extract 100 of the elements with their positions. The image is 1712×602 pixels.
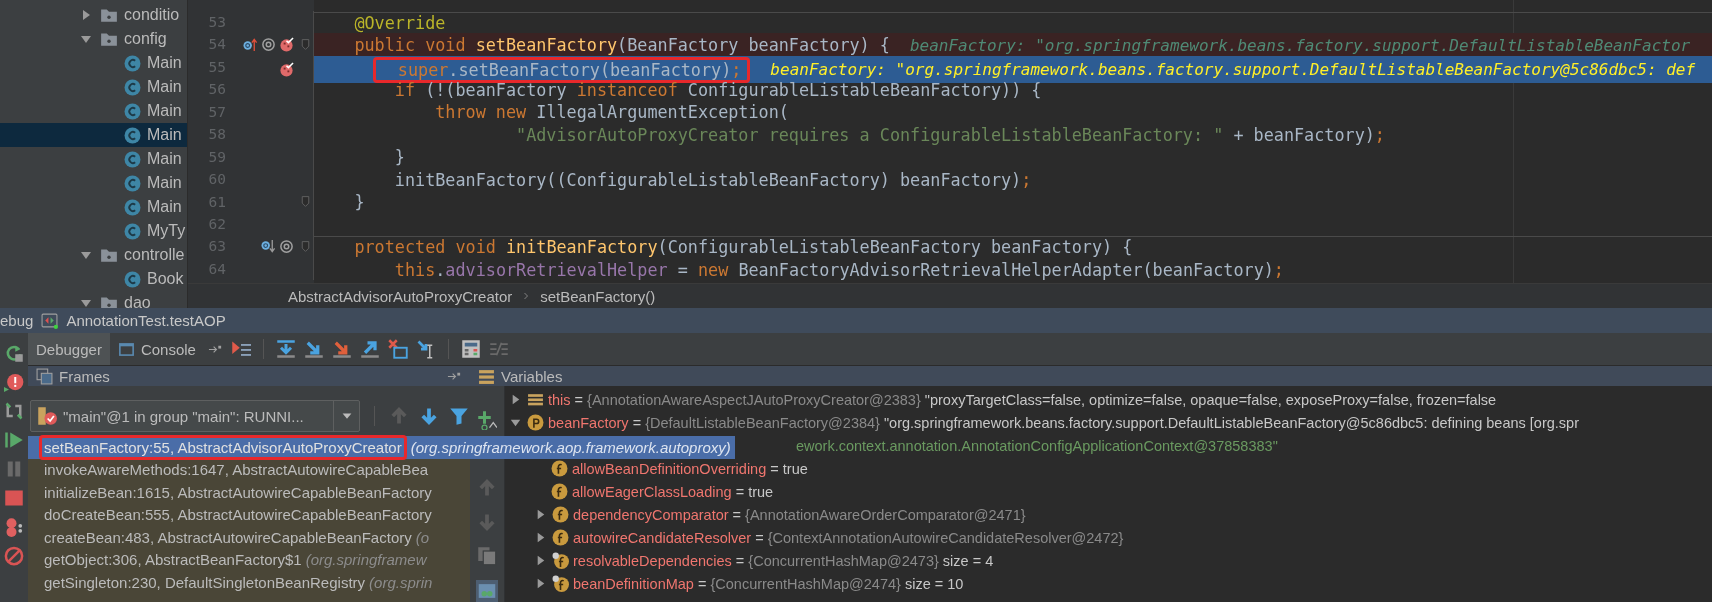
tree-row[interactable]: config xyxy=(0,27,187,51)
fold-icon[interactable] xyxy=(299,240,312,254)
force-step-into-icon[interactable] xyxy=(331,339,352,359)
thread-icon xyxy=(37,406,57,426)
package-name: (org.sprin xyxy=(369,573,434,591)
fold-icon[interactable] xyxy=(299,38,312,52)
variable-value: ework.context.annotation.AnnotationConfigApplicationContext@37858383" xyxy=(796,437,1278,454)
console-icon xyxy=(117,340,135,358)
item-label: Main xyxy=(147,174,182,192)
item-label: controlle xyxy=(124,246,185,264)
frame-row[interactable]: getSingleton:230, DefaultSingletonBeanRegistry (org.sprin xyxy=(28,571,470,594)
code-line: this.advisorRetrievalHelper = new BeanFactoryAdvisorRetrievalHelperAdapter(beanFactory); xyxy=(393,259,1284,280)
mute-icon[interactable] xyxy=(4,546,24,566)
show-execution-point-icon[interactable] xyxy=(230,339,251,359)
tree-row[interactable]: Book xyxy=(0,267,187,291)
tree-row[interactable]: conditio xyxy=(0,3,187,27)
panel-header: Variables xyxy=(501,367,563,385)
step-over-icon[interactable] xyxy=(275,339,296,359)
panel-title: ebug xyxy=(0,312,34,329)
calculator-icon[interactable] xyxy=(460,339,481,359)
tree-row[interactable]: Main xyxy=(0,147,187,171)
item-label: Main xyxy=(147,54,182,72)
resume-icon[interactable] xyxy=(4,430,24,450)
frame-method: doCreateBean:555, AbstractAutowireCapableBeanFactory xyxy=(44,505,432,525)
frame-method: getObject:306, AbstractBeanFactory$1 xyxy=(44,550,302,570)
stop-icon[interactable] xyxy=(4,488,24,508)
frame-method: setBeanFactory:55, AbstractAdvisorAutoProxyCreator xyxy=(39,434,407,460)
tab[interactable]: Console xyxy=(109,333,204,365)
code-line: } xyxy=(393,147,405,168)
breadcrumb-item[interactable]: setBeanFactory() xyxy=(540,287,656,305)
item-label: Main xyxy=(147,102,182,120)
filter-icon[interactable] xyxy=(449,406,469,426)
package-name: (o xyxy=(415,528,431,546)
breakpoint-icon[interactable] xyxy=(279,61,294,77)
variable-entry[interactable]: beanFactory = {DefaultListableBeanFactory@2384} "org.springframework.beans.factory.support.DefaultListableBeanFactory@5c86dbc5: defining beans [org.spr xyxy=(548,414,1579,431)
error-icon[interactable] xyxy=(4,372,24,392)
code-line: throw new IllegalArgumentException( xyxy=(434,102,789,123)
tab[interactable]: Debugger xyxy=(28,333,110,365)
fold-icon[interactable] xyxy=(299,195,312,209)
item-label: config xyxy=(124,30,167,48)
test-run-icon xyxy=(41,312,59,329)
frame-row[interactable]: initializeBean:1615, AbstractAutowireCapableBeanFactory xyxy=(28,481,470,504)
copy-icon[interactable] xyxy=(477,546,497,566)
sync-icon[interactable] xyxy=(4,401,24,421)
tree-row[interactable]: Main xyxy=(0,123,187,147)
tree-row[interactable]: Main xyxy=(0,99,187,123)
tree-row[interactable]: Main xyxy=(0,171,187,195)
package-name: (org.springframew xyxy=(305,551,428,569)
add-watch-icon[interactable] xyxy=(477,410,497,430)
variables-icon xyxy=(478,367,495,385)
code-line: if (!(beanFactory instanceof ConfigurableListableBeanFactory)) { xyxy=(393,80,1042,101)
thread-dropdown[interactable]: "main"@1 in group "main": RUNNI... xyxy=(30,400,360,432)
item-label: Book xyxy=(147,270,184,288)
code-line: protected void initBeanFactory(ConfigurableListableBeanFactory beanFactory) { xyxy=(353,237,1133,258)
frame-method: invokeAwareMethods:1647, AbstractAutowireCapableBea xyxy=(44,460,429,480)
variable-entry[interactable]: autowireCandidateResolver = {ContextAnnotationAutowireCandidateResolver@2472} xyxy=(573,529,1124,546)
code-line: @Override xyxy=(353,12,446,33)
variable-entry[interactable]: allowBeanDefinitionOverriding = true xyxy=(572,460,808,477)
item-label: Main xyxy=(147,126,182,144)
breakpoint-icon[interactable] xyxy=(279,37,294,53)
rerun-icon[interactable] xyxy=(4,343,24,363)
frame-method: getSingleton:230, DefaultSingletonBeanRegistry xyxy=(44,572,366,592)
item-label: Main xyxy=(147,198,182,216)
variable-entry[interactable]: this = {AnnotationAwareAspectJAutoProxyCreator@2383} "proxyTargetClass=false, optimize=false, opaque=false, exposeProxy=false, frozen=false xyxy=(548,391,1497,408)
frame-method: initializeBean:1615, AbstractAutowireCapableBeanFactory xyxy=(44,482,432,502)
tree-row[interactable]: dao xyxy=(0,291,187,308)
down-arrow-icon[interactable] xyxy=(419,406,439,426)
frames-icon xyxy=(36,367,53,385)
inline-value: beanFactory: "org.springframework.beans.factory.support.DefaultListableBeanFactory@5c86dbc5: def xyxy=(770,60,1696,80)
variable-entry[interactable]: resolvableDependencies = {ConcurrentHashMap@2473} size = 4 xyxy=(573,552,994,569)
frame-row[interactable]: setBeanFactory:55, AbstractAdvisorAutoProxyCreator (org.springframework.aop.framework.autoproxy) xyxy=(28,436,735,459)
frame-row[interactable]: doCreateBean:555, AbstractAutowireCapableBeanFactory xyxy=(28,503,470,526)
step-out-icon[interactable] xyxy=(359,339,380,359)
variable-entry[interactable]: beanDefinitionMap = {ConcurrentHashMap@2474} size = 10 xyxy=(573,575,964,592)
run-config-name[interactable]: AnnotationTest.testAOP xyxy=(66,312,226,329)
image-icon[interactable] xyxy=(476,580,498,602)
frame-row[interactable]: createBean:483, AbstractAutowireCapableBeanFactory (o xyxy=(28,526,470,549)
code-line: public void setBeanFactory(BeanFactory beanFactory) { xyxy=(353,35,890,56)
drop-frame-icon[interactable] xyxy=(387,339,408,359)
variable-entry[interactable]: dependencyComparator = {AnnotationAwareOrderComparator@2471} xyxy=(573,506,1026,523)
frame-row[interactable]: invokeAwareMethods:1647, AbstractAutowireCapableBea xyxy=(28,458,470,481)
item-label: Main xyxy=(147,78,182,96)
panel-header: Frames xyxy=(59,367,110,385)
step-into-icon[interactable] xyxy=(303,339,324,359)
item-label: Main xyxy=(147,150,182,168)
package-name: (org.springframework.aop.framework.autoproxy) xyxy=(410,438,732,456)
tree-row[interactable]: controlle xyxy=(0,243,187,267)
tree-row[interactable]: MyTy xyxy=(0,219,187,243)
item-label: conditio xyxy=(124,6,180,24)
breadcrumb-item[interactable]: AbstractAdvisorAutoProxyCreator xyxy=(288,287,513,305)
item-label: MyTy xyxy=(147,222,186,240)
tree-row[interactable]: Main xyxy=(0,195,187,219)
breakpoints-icon[interactable] xyxy=(4,517,24,537)
item-label: dao xyxy=(124,294,151,308)
frame-row[interactable]: getObject:306, AbstractBeanFactory$1 (org.springframew xyxy=(28,548,470,571)
tree-row[interactable]: Main xyxy=(0,75,187,99)
code-line: "AdvisorAutoProxyCreator requires a ConfigurableListableBeanFactory: " + beanFactory); xyxy=(515,124,1385,145)
frame-method: createBean:483, AbstractAutowireCapableBeanFactory xyxy=(44,527,412,547)
variable-entry[interactable]: allowEagerClassLoading = true xyxy=(572,483,774,500)
tree-row[interactable]: Main xyxy=(0,51,187,75)
